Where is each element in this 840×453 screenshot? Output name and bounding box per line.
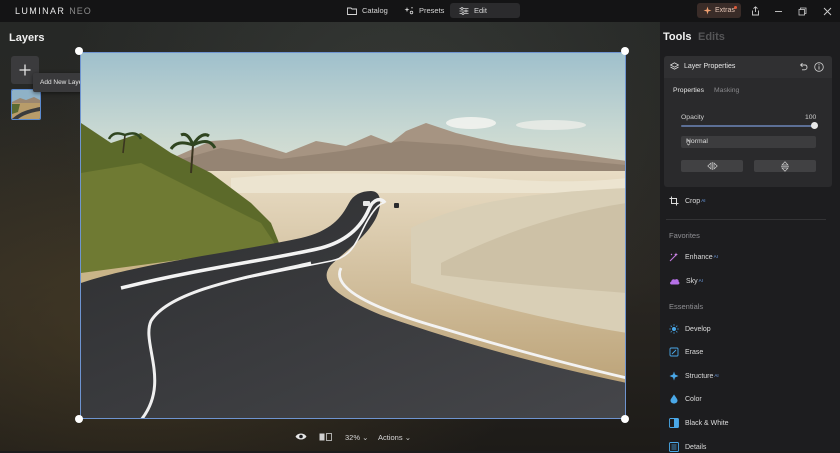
layers-title: Layers — [9, 32, 45, 44]
chevron-down-icon: ⌄ — [362, 433, 369, 442]
eraser-icon — [669, 347, 679, 357]
cloud-icon — [669, 277, 680, 285]
undo-icon[interactable] — [799, 62, 808, 71]
essentials-label: Essentials — [669, 302, 704, 311]
tool-structure[interactable]: StructureAI — [669, 370, 719, 382]
chevron-updown-icon — [686, 139, 811, 146]
tool-enhance[interactable]: EnhanceAI — [669, 251, 718, 263]
layer-properties-header[interactable]: Layer Properties — [664, 56, 832, 78]
bottom-toolbar: 32% ⌄ Actions ⌄ — [0, 431, 660, 445]
plus-icon — [19, 64, 31, 76]
tool-black-white[interactable]: Black & White — [669, 417, 729, 429]
sliders-icon — [459, 6, 469, 15]
opacity-value: 100 — [805, 114, 817, 121]
close-icon[interactable] — [821, 5, 833, 17]
app-logo: LUMINAR NEO — [15, 6, 92, 16]
actions-dropdown[interactable]: Actions ⌄ — [378, 433, 411, 442]
chevron-down-icon: ⌄ — [404, 433, 411, 442]
tool-develop[interactable]: Develop — [669, 323, 711, 335]
favorites-label: Favorites — [669, 231, 700, 240]
flip-vertical-button[interactable] — [754, 160, 816, 172]
tool-details[interactable]: Details — [669, 441, 706, 453]
folder-icon — [347, 7, 357, 15]
layer-thumbnail[interactable] — [11, 89, 41, 120]
sun-icon — [669, 324, 679, 334]
crop-handle-top-right[interactable] — [621, 47, 629, 55]
eye-icon[interactable] — [295, 432, 307, 441]
tab-tools[interactable]: Tools — [663, 31, 692, 43]
nav-edit[interactable]: Edit — [450, 3, 520, 18]
info-icon[interactable] — [814, 62, 824, 72]
image-canvas[interactable] — [80, 52, 626, 419]
tool-sky[interactable]: SkyAI — [669, 275, 703, 287]
compare-split-icon[interactable] — [319, 433, 332, 441]
structure-icon — [669, 371, 679, 381]
tools-panel: Tools Edits Layer Properties Properties … — [660, 22, 840, 453]
crop-handle-bottom-right[interactable] — [621, 415, 629, 423]
flip-horizontal-button[interactable] — [681, 160, 743, 172]
opacity-slider[interactable] — [681, 125, 813, 127]
layers-stack-icon — [670, 62, 679, 71]
opacity-slider-knob[interactable] — [811, 122, 818, 129]
crop-handle-bottom-left[interactable] — [75, 415, 83, 423]
opacity-label: Opacity — [681, 114, 705, 121]
share-icon[interactable] — [749, 5, 761, 17]
layer-properties-card: Layer Properties Properties Masking Opac… — [664, 56, 832, 187]
nav-presets[interactable]: Presets — [395, 3, 453, 18]
nav-catalog[interactable]: Catalog — [338, 3, 397, 18]
minimize-icon[interactable] — [772, 5, 784, 17]
color-drop-icon — [669, 394, 679, 404]
tool-erase[interactable]: Erase — [669, 346, 703, 358]
blend-mode-select[interactable]: Normal — [681, 136, 816, 148]
presets-sparkle-icon — [404, 6, 414, 15]
flip-vertical-icon — [781, 160, 789, 172]
tab-edits[interactable]: Edits — [698, 31, 725, 43]
tab-properties[interactable]: Properties — [673, 87, 704, 94]
enhance-sparkle-icon — [669, 252, 679, 262]
crop-icon — [669, 196, 679, 206]
zoom-dropdown[interactable]: 32% ⌄ — [345, 433, 368, 442]
flip-horizontal-icon — [706, 162, 718, 170]
tool-color[interactable]: Color — [669, 393, 702, 405]
crop-handle-top-left[interactable] — [75, 47, 83, 55]
restore-icon[interactable] — [796, 5, 808, 17]
tool-crop[interactable]: CropAI — [669, 195, 705, 207]
photo-road-desert — [81, 53, 625, 418]
black-white-icon — [669, 418, 679, 428]
notification-dot — [734, 6, 737, 9]
top-bar: LUMINAR NEO Catalog Presets Edit Extras — [0, 0, 840, 22]
extras-sparkle-icon — [703, 6, 712, 15]
extras-button[interactable]: Extras — [697, 3, 741, 18]
section-divider — [666, 219, 826, 220]
tab-masking[interactable]: Masking — [714, 87, 739, 94]
